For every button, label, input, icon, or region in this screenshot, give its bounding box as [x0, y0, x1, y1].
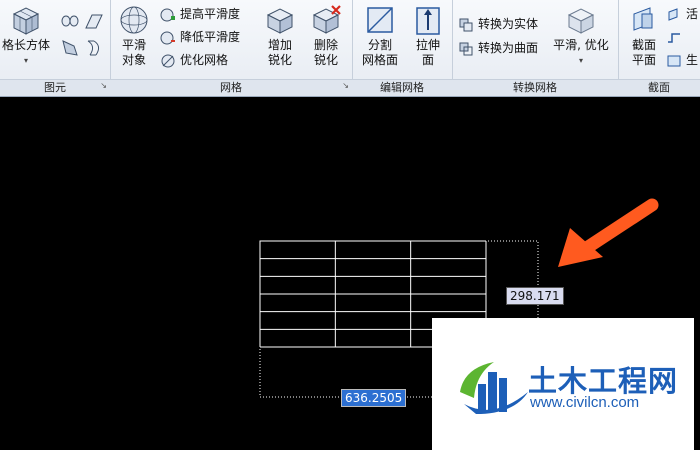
- smooth-object-button[interactable]: 平滑 对象: [114, 4, 154, 68]
- panel-mesh: 平滑 对象 提高平滑度 降低平滑度 优化网格 增加 锐化 删除 锐化 网格 ↘: [110, 0, 353, 96]
- panel-launcher-icon[interactable]: ↘: [100, 78, 107, 94]
- mesh-box-label: 格长方体: [1, 38, 50, 52]
- panel-title-edit-mesh[interactable]: 编辑网格: [352, 79, 452, 96]
- panel-launcher-icon[interactable]: ↘: [342, 78, 349, 94]
- extrude-face-icon: [412, 4, 444, 36]
- panel-section: 截面 平面 活 生 截面: [618, 0, 700, 96]
- add-crease-label: 增加 锐化: [267, 38, 292, 67]
- remove-crease-label: 删除 锐化: [313, 38, 338, 67]
- mesh-cylinder-icon: [61, 15, 79, 27]
- convert-to-solid-icon: [458, 17, 474, 33]
- section-plane-icon: [628, 4, 660, 36]
- split-face-icon: [364, 4, 396, 36]
- section-plane-label: 截面 平面: [631, 38, 656, 67]
- remove-crease-button[interactable]: 删除 锐化: [306, 4, 346, 68]
- dropdown-arrow-icon: ▾: [578, 56, 583, 65]
- civilcn-logo-icon: [460, 362, 528, 414]
- live-section-icon: [666, 7, 682, 23]
- section-plane-button[interactable]: 截面 平面: [624, 4, 664, 68]
- convert-to-surface-icon: [458, 41, 474, 57]
- panel-title-primitives[interactable]: 图元 ↘: [0, 79, 110, 96]
- decrease-smoothness-icon: [160, 30, 176, 46]
- panel-convert-mesh: 转换为实体 转换为曲面 平滑, 优化 ▾ 转换网格: [452, 0, 619, 96]
- panel-title-section[interactable]: 截面: [618, 79, 700, 96]
- decrease-smoothness-button[interactable]: 降低平滑度: [160, 27, 240, 47]
- mesh-wedge-button[interactable]: [84, 12, 104, 32]
- panel-title-mesh[interactable]: 网格 ↘: [110, 79, 352, 96]
- convert-to-solid-button[interactable]: 转换为实体: [458, 14, 538, 34]
- smooth-sphere-icon: [118, 4, 150, 36]
- generate-section-button[interactable]: 生: [666, 50, 698, 70]
- refine-mesh-icon: [160, 53, 176, 69]
- mesh-wedge-icon: [85, 14, 103, 29]
- revolved-surface-icon: [62, 40, 78, 56]
- extrude-face-button[interactable]: 拉伸 面: [408, 4, 448, 68]
- live-section-button[interactable]: 活: [666, 4, 698, 24]
- annotation-arrow-icon: [558, 198, 659, 267]
- watermark: 土木工程网 www.civilcn.com: [432, 318, 694, 450]
- mesh-revolve-button[interactable]: [60, 38, 80, 58]
- add-crease-button[interactable]: 增加 锐化: [260, 4, 300, 68]
- mesh-box-button[interactable]: 格长方体 ▾: [0, 4, 52, 68]
- smooth-cube-icon: [565, 4, 597, 36]
- edge-surface-icon: [87, 40, 100, 56]
- mesh-cone-button[interactable]: [60, 12, 80, 32]
- add-jog-button[interactable]: [666, 27, 686, 47]
- split-face-label: 分割 网格面: [361, 38, 398, 67]
- panel-edit-mesh: 分割 网格面 拉伸 面 编辑网格: [352, 0, 453, 96]
- increase-smoothness-icon: [160, 7, 176, 23]
- split-face-button[interactable]: 分割 网格面: [356, 4, 404, 68]
- mesh-box-icon: [10, 4, 42, 36]
- dimension-input-width[interactable]: 636.2505: [341, 389, 407, 407]
- smooth-optimized-label: 平滑, 优化: [553, 38, 609, 52]
- ribbon: 格长方体 ▾ 图元 ↘ 平滑 对象 提高平滑度 降低平滑度 优化网格 增加 锐化…: [0, 0, 700, 97]
- panel-title-convert-mesh[interactable]: 转换网格: [452, 79, 618, 96]
- panel-primitives: 格长方体 ▾ 图元 ↘: [0, 0, 111, 96]
- brand-url: www.civilcn.com: [530, 394, 640, 411]
- smooth-object-label: 平滑 对象: [121, 38, 146, 67]
- add-jog-icon: [666, 30, 682, 46]
- extrude-face-label: 拉伸 面: [415, 38, 440, 67]
- convert-to-surface-button[interactable]: 转换为曲面: [458, 38, 538, 58]
- generate-section-icon: [666, 53, 682, 69]
- add-crease-cube-icon: [264, 4, 296, 36]
- refine-mesh-button[interactable]: 优化网格: [160, 50, 228, 70]
- remove-crease-cube-icon: [310, 4, 342, 36]
- dropdown-arrow-icon: ▾: [23, 56, 28, 65]
- increase-smoothness-button[interactable]: 提高平滑度: [160, 4, 240, 24]
- mesh-edge-surface-button[interactable]: [84, 38, 104, 58]
- dimension-input-height[interactable]: 298.171: [506, 287, 564, 305]
- smooth-optimized-button[interactable]: 平滑, 优化 ▾: [548, 4, 614, 68]
